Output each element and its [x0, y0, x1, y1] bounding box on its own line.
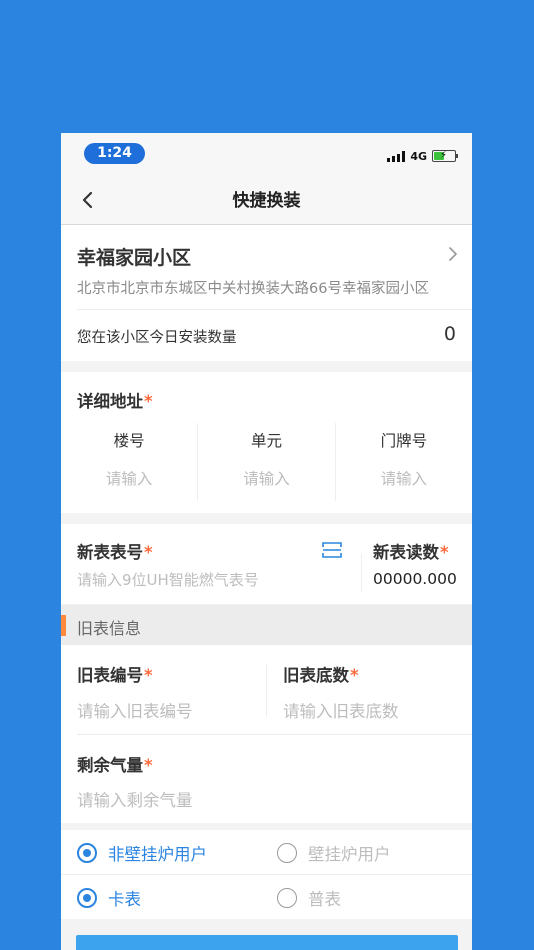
- radio-wall-boiler-user[interactable]: 壁挂炉用户: [277, 841, 391, 865]
- chevron-right-icon[interactable]: [446, 245, 460, 263]
- meter-type-row: 卡表 普表: [61, 875, 472, 919]
- old-meter-section-title: 旧表信息: [77, 619, 142, 638]
- detail-address-title: 详细地址*: [77, 392, 153, 411]
- section-marker: [61, 615, 66, 636]
- community-name: 幸福家园小区: [77, 247, 192, 269]
- old-meter-base-input[interactable]: 请输入旧表底数: [283, 698, 399, 722]
- radio-label: 卡表: [108, 890, 141, 909]
- new-meter-reading-label: 新表读数*: [373, 543, 449, 562]
- divider: [266, 665, 267, 717]
- unit-input[interactable]: 请输入: [198, 467, 334, 489]
- community-card[interactable]: 幸福家园小区 北京市北京市东城区中关村换装大路66号幸福家园小区 您在该小区今日…: [61, 225, 472, 361]
- phone-screen: 1:24 4G ⚡ 快捷换装 幸福家园小区 北京市北京市东城区中关村换装大路66…: [61, 133, 472, 950]
- door-number-field[interactable]: 门牌号 请输入: [334, 423, 472, 501]
- status-indicators: 4G ⚡: [387, 149, 458, 163]
- user-type-row: 非壁挂炉用户 壁挂炉用户: [61, 830, 472, 874]
- building-label: 楼号: [113, 432, 145, 450]
- radio-ordinary-meter[interactable]: 普表: [277, 886, 341, 910]
- remaining-gas-input[interactable]: 请输入剩余气量: [77, 787, 193, 811]
- submit-button[interactable]: [76, 935, 458, 950]
- unit-field[interactable]: 单元 请输入: [197, 423, 334, 501]
- building-field[interactable]: 楼号 请输入: [61, 423, 197, 501]
- detail-address-card: 详细地址* 楼号 请输入 单元 请输入 门牌号 请输入: [61, 372, 472, 513]
- nav-bar: 快捷换装: [61, 178, 472, 225]
- radio-non-wall-boiler-user[interactable]: 非壁挂炉用户: [77, 841, 207, 865]
- scan-icon[interactable]: [322, 541, 342, 559]
- unit-label: 单元: [250, 432, 282, 450]
- radio-checked-icon: [77, 843, 97, 863]
- divider: [77, 734, 472, 735]
- old-meter-number-label: 旧表编号*: [77, 666, 153, 685]
- radio-unchecked-icon: [277, 843, 297, 863]
- divider: [77, 309, 472, 310]
- option-card: 非壁挂炉用户 壁挂炉用户 卡表 普表: [61, 830, 472, 919]
- page-title: 快捷换装: [232, 191, 301, 211]
- new-meter-number-input[interactable]: 请输入9位UH智能燃气表号: [77, 569, 259, 590]
- network-type: 4G: [410, 149, 427, 163]
- today-install-label: 您在该小区今日安装数量: [77, 330, 237, 346]
- new-meter-number-label: 新表表号*: [77, 543, 153, 562]
- status-bar: 1:24 4G ⚡: [61, 133, 472, 178]
- divider: [361, 554, 362, 592]
- status-time: 1:24: [84, 143, 145, 164]
- signal-icon: [387, 150, 406, 162]
- radio-label: 普表: [308, 890, 341, 909]
- radio-unchecked-icon: [277, 888, 297, 908]
- new-meter-reading-input[interactable]: 00000.000: [373, 570, 457, 588]
- old-meter-number-input[interactable]: 请输入旧表编号: [77, 698, 193, 722]
- new-meter-card: 新表表号* 请输入9位UH智能燃气表号 新表读数* 00000.000: [61, 524, 472, 604]
- old-meter-card: 旧表编号* 请输入旧表编号 旧表底数* 请输入旧表底数 剩余气量* 请输入剩余气…: [61, 645, 472, 823]
- community-address: 北京市北京市东城区中关村换装大路66号幸福家园小区: [77, 281, 429, 297]
- today-install-count: 0: [443, 323, 456, 345]
- radio-label: 壁挂炉用户: [308, 845, 391, 864]
- old-meter-section-header: 旧表信息: [61, 605, 472, 645]
- old-meter-base-label: 旧表底数*: [283, 666, 359, 685]
- radio-label: 非壁挂炉用户: [108, 845, 207, 864]
- battery-charging-icon: ⚡: [432, 150, 458, 162]
- door-number-label: 门牌号: [380, 432, 428, 450]
- building-input[interactable]: 请输入: [61, 467, 197, 489]
- address-fields: 楼号 请输入 单元 请输入 门牌号 请输入: [61, 423, 472, 501]
- door-number-input[interactable]: 请输入: [336, 467, 472, 489]
- remaining-gas-label: 剩余气量*: [77, 756, 153, 775]
- radio-checked-icon: [77, 888, 97, 908]
- radio-card-meter[interactable]: 卡表: [77, 886, 141, 910]
